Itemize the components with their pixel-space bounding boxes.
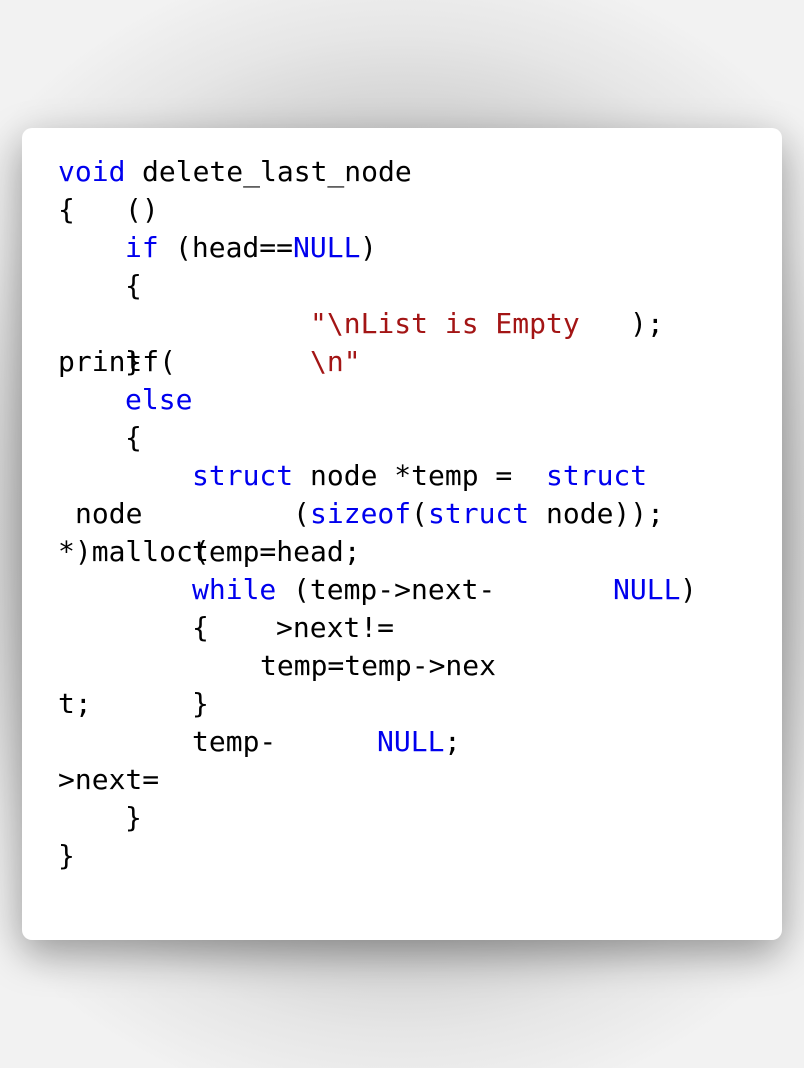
code-card: void delete_last_node { () if (head== NU… xyxy=(22,128,782,940)
code-text: *)malloc( xyxy=(58,535,210,568)
code-text: ; xyxy=(444,725,461,758)
keyword-struct: struct xyxy=(546,459,648,492)
code-text: ) xyxy=(360,231,377,264)
code-text: >next= xyxy=(58,763,160,796)
code-text: temp=temp->nex xyxy=(260,649,497,682)
code-brace: } xyxy=(192,687,209,720)
code-text: (temp->next- xyxy=(293,573,496,606)
keyword-null: NULL xyxy=(377,725,445,758)
code-brace: } xyxy=(125,345,142,378)
keyword-while: while xyxy=(192,573,277,606)
keyword-sizeof: sizeof xyxy=(310,497,412,530)
code-parens: () xyxy=(125,193,159,226)
code-brace: { xyxy=(125,269,142,302)
string-literal: "\nList is Empty xyxy=(310,307,580,340)
string-literal: \n" xyxy=(310,345,361,378)
code-text: ); xyxy=(630,307,664,340)
code-brace: } xyxy=(58,839,75,872)
code-brace: { xyxy=(58,193,75,226)
code-brace: { xyxy=(125,421,142,454)
code-text: temp=head; xyxy=(192,535,361,568)
keyword-void: void xyxy=(58,155,126,188)
code-text: temp- xyxy=(192,725,277,758)
code-text: >next!= xyxy=(276,611,395,644)
keyword-struct: struct xyxy=(192,459,294,492)
code-text: (head== xyxy=(175,231,294,264)
code-block: void delete_last_node { () if (head== NU… xyxy=(22,128,782,940)
code-text: t; xyxy=(58,687,92,720)
code-brace: { xyxy=(192,611,209,644)
code-text: printf( xyxy=(58,345,177,378)
code-text: node *temp = xyxy=(310,459,513,492)
code-text: ( xyxy=(293,497,310,530)
keyword-else: else xyxy=(125,383,193,416)
code-text: node xyxy=(75,497,143,530)
code-brace: } xyxy=(125,801,142,834)
keyword-null: NULL xyxy=(293,231,361,264)
keyword-if: if xyxy=(125,231,159,264)
keyword-struct: struct xyxy=(428,497,530,530)
code-text: node)); xyxy=(546,497,665,530)
code-text: ( xyxy=(411,497,428,530)
code-text: ) xyxy=(680,573,697,606)
function-name: delete_last_node xyxy=(142,155,412,188)
keyword-null: NULL xyxy=(613,573,681,606)
